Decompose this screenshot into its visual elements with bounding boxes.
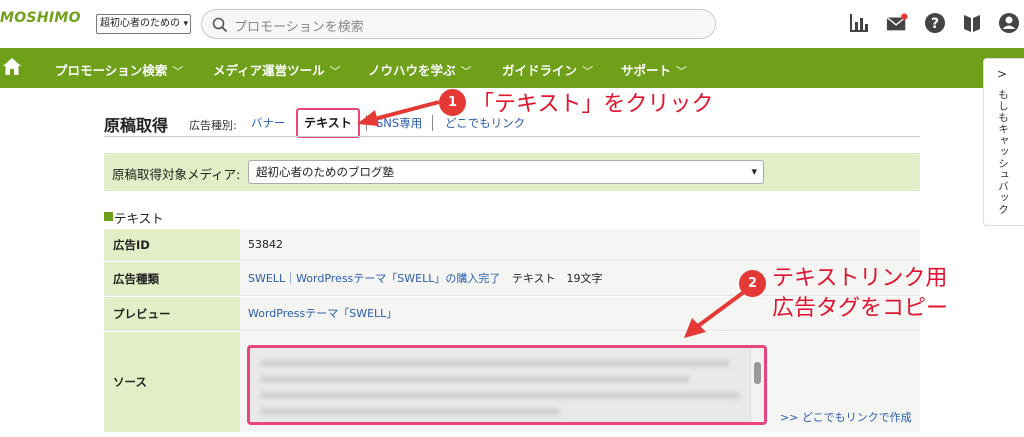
header-divider xyxy=(104,136,920,137)
tab-banner[interactable]: バナー xyxy=(251,115,286,131)
help-icon[interactable]: ? xyxy=(924,12,946,34)
media-select[interactable]: 超初心者のための ▾ xyxy=(96,14,191,34)
search-input[interactable]: プロモーションを検索 xyxy=(201,9,716,39)
ad-type-label: 広告種別: xyxy=(189,119,237,132)
nav-item-knowhow[interactable]: ノウハウを学ぶ ﹀ xyxy=(368,60,472,79)
main-nav: プロモーション検索 ﹀ メディア運営ツール ﹀ ノウハウを学ぶ ﹀ ガイドライン ﹀ サ… xyxy=(0,48,1024,88)
chevron-right-icon: > xyxy=(997,67,1008,81)
media-selector-bar: 原稿取得対象メディア: 超初心者のためのブログ塾 ▾ xyxy=(104,153,920,191)
scrollbar-thumb[interactable] xyxy=(754,362,761,384)
user-account-icon[interactable] xyxy=(998,12,1020,34)
annotation-arrow-2-icon xyxy=(684,290,746,338)
media-select-value: 超初心者のための xyxy=(100,18,180,29)
nav-item-guideline[interactable]: ガイドライン ﹀ xyxy=(502,60,593,79)
search-icon xyxy=(212,17,228,33)
nav-item-support[interactable]: サポート ﹀ xyxy=(621,60,687,79)
row-key: 広告種類 xyxy=(104,262,240,295)
tab-text[interactable]: テキスト xyxy=(296,108,360,138)
home-icon[interactable] xyxy=(2,56,22,78)
blurred-code-line xyxy=(260,376,690,383)
annotation-note-2: テキストリンク用 広告タグをコピー xyxy=(772,264,948,324)
media-dropdown[interactable]: 超初心者のためのブログ塾 ▾ xyxy=(248,160,764,184)
annotation-note-2-line2: 広告タグをコピー xyxy=(772,296,949,321)
svg-text:?: ? xyxy=(931,16,939,32)
side-tab-label: もしもキャッシュバック xyxy=(997,89,1009,216)
annotation-arrow-1-icon xyxy=(357,100,440,126)
nav-label: サポート xyxy=(621,63,672,78)
blurred-code-line xyxy=(260,392,740,399)
blurred-code-line xyxy=(260,360,730,367)
annotation-note-2-line1: テキストリンク用 xyxy=(772,266,948,291)
table-row-ad-id: 広告ID 53842 xyxy=(104,229,920,261)
media-label: 原稿取得対象メディア: xyxy=(112,167,241,182)
chevron-down-icon: ﹀ xyxy=(172,65,184,78)
chevron-down-icon: ▾ xyxy=(183,19,188,29)
nav-item-media-tools[interactable]: メディア運営ツール ﹀ xyxy=(213,60,341,79)
chevron-down-icon: ﹀ xyxy=(582,65,594,78)
row-key: 広告ID xyxy=(104,229,240,260)
media-dropdown-value: 超初心者のためのブログ塾 xyxy=(256,165,394,179)
row-key: ソース xyxy=(104,332,240,432)
logo[interactable]: MOSHIMO xyxy=(0,10,81,26)
section-marker-icon xyxy=(104,212,113,221)
nav-item-promotion-search[interactable]: プロモーション検索 ﹀ xyxy=(55,60,183,79)
row-key: プレビュー xyxy=(104,297,240,330)
nav-label: ノウハウを学ぶ xyxy=(368,63,456,78)
mail-icon[interactable] xyxy=(886,12,908,34)
nav-label: プロモーション検索 xyxy=(55,63,168,78)
ad-type-text: テキスト 19文字 xyxy=(511,272,603,285)
chevron-down-icon: ﹀ xyxy=(460,65,472,78)
ad-type-link[interactable]: SWELL｜WordPressテーマ「SWELL」の購入完了 xyxy=(248,272,500,285)
report-chart-icon[interactable] xyxy=(848,12,870,34)
anywhere-link-create[interactable]: >> どこでもリンクで作成 xyxy=(780,409,912,425)
nav-label: メディア運営ツール xyxy=(213,63,325,78)
blurred-code-line xyxy=(260,408,560,415)
guide-book-icon[interactable] xyxy=(961,12,983,34)
source-code-textarea[interactable] xyxy=(247,345,767,425)
nav-label: ガイドライン xyxy=(502,63,578,78)
chevron-down-icon: ﹀ xyxy=(676,65,688,78)
section-title: テキスト xyxy=(114,211,164,226)
chevron-down-icon: ▾ xyxy=(751,165,757,178)
page-title: 原稿取得 xyxy=(104,116,169,135)
annotation-note-1: 「テキスト」をクリック xyxy=(472,92,714,117)
preview-link[interactable]: WordPressテーマ「SWELL」 xyxy=(248,307,397,320)
chevron-down-icon: ﹀ xyxy=(329,65,341,78)
search-placeholder: プロモーションを検索 xyxy=(234,20,364,35)
cashback-side-tab[interactable]: > もしもキャッシュバック xyxy=(983,58,1024,226)
textarea-scrollbar[interactable] xyxy=(750,348,764,422)
ad-id-value: 53842 xyxy=(240,229,920,260)
